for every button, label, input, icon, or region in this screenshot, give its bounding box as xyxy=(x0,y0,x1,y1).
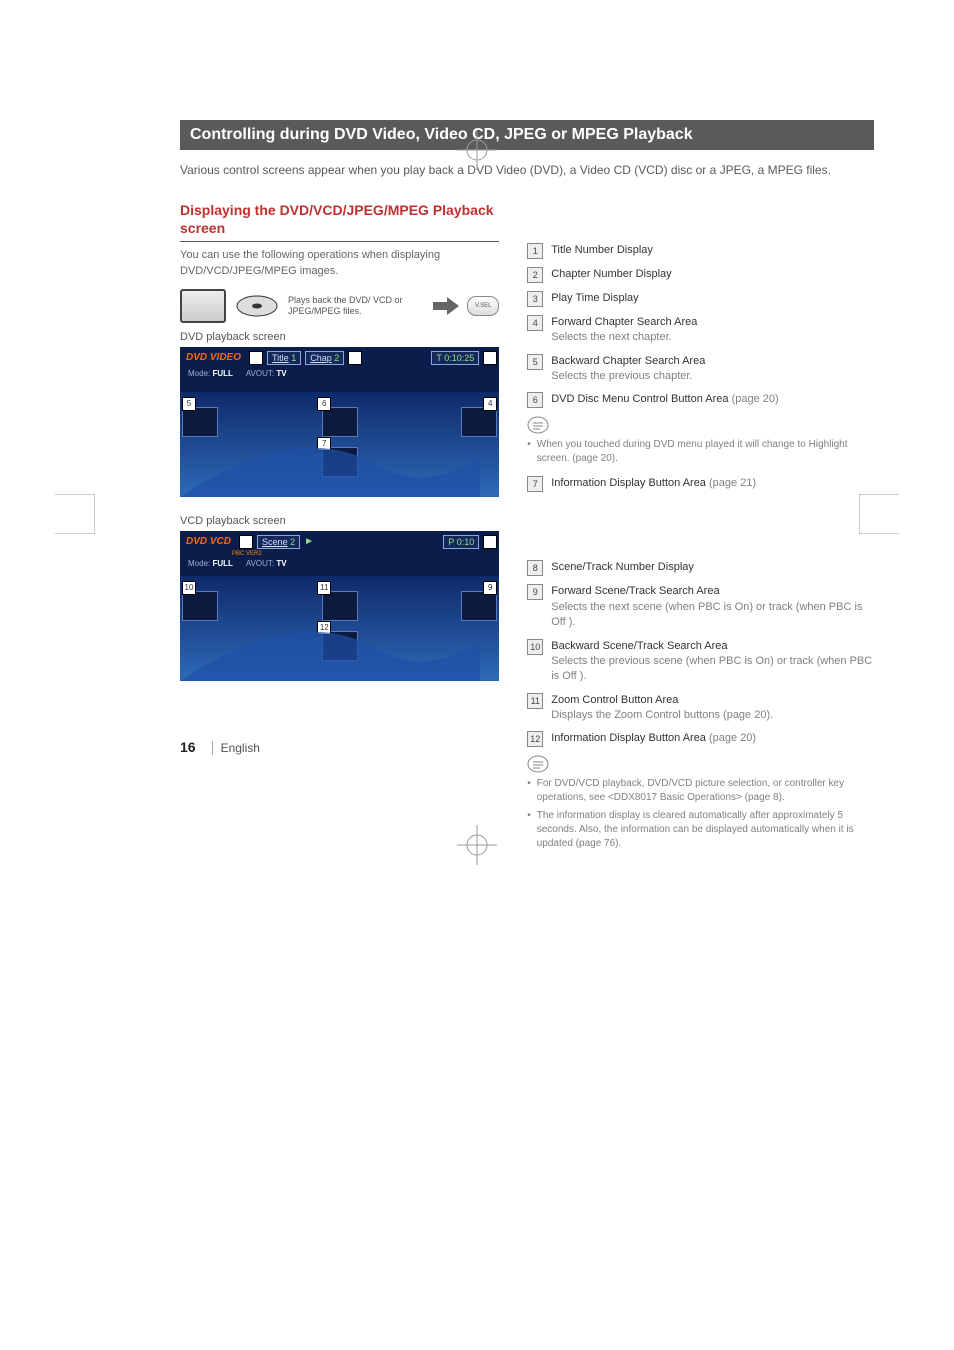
disc-icon xyxy=(234,291,280,321)
dvd-mode-bar: Mode: FULL AVOUT: TV xyxy=(188,369,287,378)
crop-mark-icon xyxy=(457,130,497,170)
callout-8: 8 xyxy=(239,535,253,549)
dvd-callout-list: 1Title Number Display 2Chapter Number Di… xyxy=(527,243,874,409)
dvd-hdr-title: DVD VIDEO xyxy=(182,350,245,365)
callout-3b: 3 xyxy=(483,535,497,549)
callout-1: 1 xyxy=(249,351,263,365)
subsection-title: Displaying the DVD/VCD/JPEG/MPEG Playbac… xyxy=(180,201,499,242)
callout-4: 4 xyxy=(483,397,497,411)
subsection-desc: You can use the following operations whe… xyxy=(180,248,499,279)
vcd-scene-box: Scene 2 xyxy=(257,535,300,549)
notes-b: For DVD/VCD playback, DVD/VCD picture se… xyxy=(527,777,874,851)
num-box: 9 xyxy=(527,584,543,600)
num-box: 10 xyxy=(527,639,543,655)
crop-mark-icon xyxy=(55,494,95,534)
callout-9: 9 xyxy=(483,581,497,595)
crop-mark-icon xyxy=(457,825,497,865)
play-icon: ► xyxy=(304,536,314,547)
touch-area-left xyxy=(182,591,218,621)
num-box: 3 xyxy=(527,291,543,307)
unit-icon xyxy=(180,289,226,323)
num-box: 4 xyxy=(527,315,543,331)
num-box: 6 xyxy=(527,392,543,408)
callout-3: 3 xyxy=(483,351,497,365)
num-box: 12 xyxy=(527,731,543,747)
touch-area-mid xyxy=(322,591,358,621)
num-box: 8 xyxy=(527,560,543,576)
num-box: 11 xyxy=(527,693,543,709)
dvd-chap-box: Chap 2 xyxy=(305,351,344,365)
touch-area-left xyxy=(182,407,218,437)
callout-5: 5 xyxy=(182,397,196,411)
callout-2: 2 xyxy=(348,351,362,365)
crop-mark-icon xyxy=(859,494,899,534)
callout-10: 10 xyxy=(182,581,196,595)
vcd-sub-text: PBC VER2 xyxy=(232,551,262,557)
touch-area-mid xyxy=(322,407,358,437)
dvd-screen-label: DVD playback screen xyxy=(180,331,499,343)
touch-area-right xyxy=(461,407,497,437)
section-title: Controlling during DVD Video, Video CD, … xyxy=(180,120,874,150)
num-box: 2 xyxy=(527,267,543,283)
vcd-screen-label: VCD playback screen xyxy=(180,515,499,527)
vcd-playback-screenshot: DVD VCD 8 Scene 2 ► P 0:10 3 PBC VER2 Mo… xyxy=(180,531,499,681)
callout-11: 11 xyxy=(317,581,331,595)
dvd-playback-screenshot: DVD VIDEO 1 Title 1 Chap 2 2 T 0:10:25 3… xyxy=(180,347,499,497)
num-box: 7 xyxy=(527,476,543,492)
num-box: 1 xyxy=(527,243,543,259)
vcd-hdr-title: DVD VCD xyxy=(182,534,235,549)
intro-text: Various control screens appear when you … xyxy=(180,162,874,179)
callout-6: 6 xyxy=(317,397,331,411)
vcd-mode-bar: Mode: FULL AVOUT: TV xyxy=(188,559,287,568)
media-caption: Plays back the DVD/ VCD or JPEG/MPEG fil… xyxy=(288,295,425,317)
note-icon xyxy=(527,755,549,773)
arrow-right-icon xyxy=(433,296,459,316)
vcd-callout-list: 8Scene/Track Number Display 9Forward Sce… xyxy=(527,560,874,747)
vsel-button-icon: V.SEL xyxy=(467,296,499,316)
dvd-time-box: T 0:10:25 xyxy=(431,351,479,365)
dvd-title-box: Title 1 xyxy=(267,351,301,365)
note-icon xyxy=(527,416,549,434)
dvd-callout-list-2: 7Information Display Button Area (page 2… xyxy=(527,476,874,492)
touch-area-right xyxy=(461,591,497,621)
vcd-time-box: P 0:10 xyxy=(443,535,479,549)
page-footer: 16English xyxy=(180,739,260,755)
note-a: When you touched during DVD menu played … xyxy=(527,438,874,466)
num-box: 5 xyxy=(527,354,543,370)
